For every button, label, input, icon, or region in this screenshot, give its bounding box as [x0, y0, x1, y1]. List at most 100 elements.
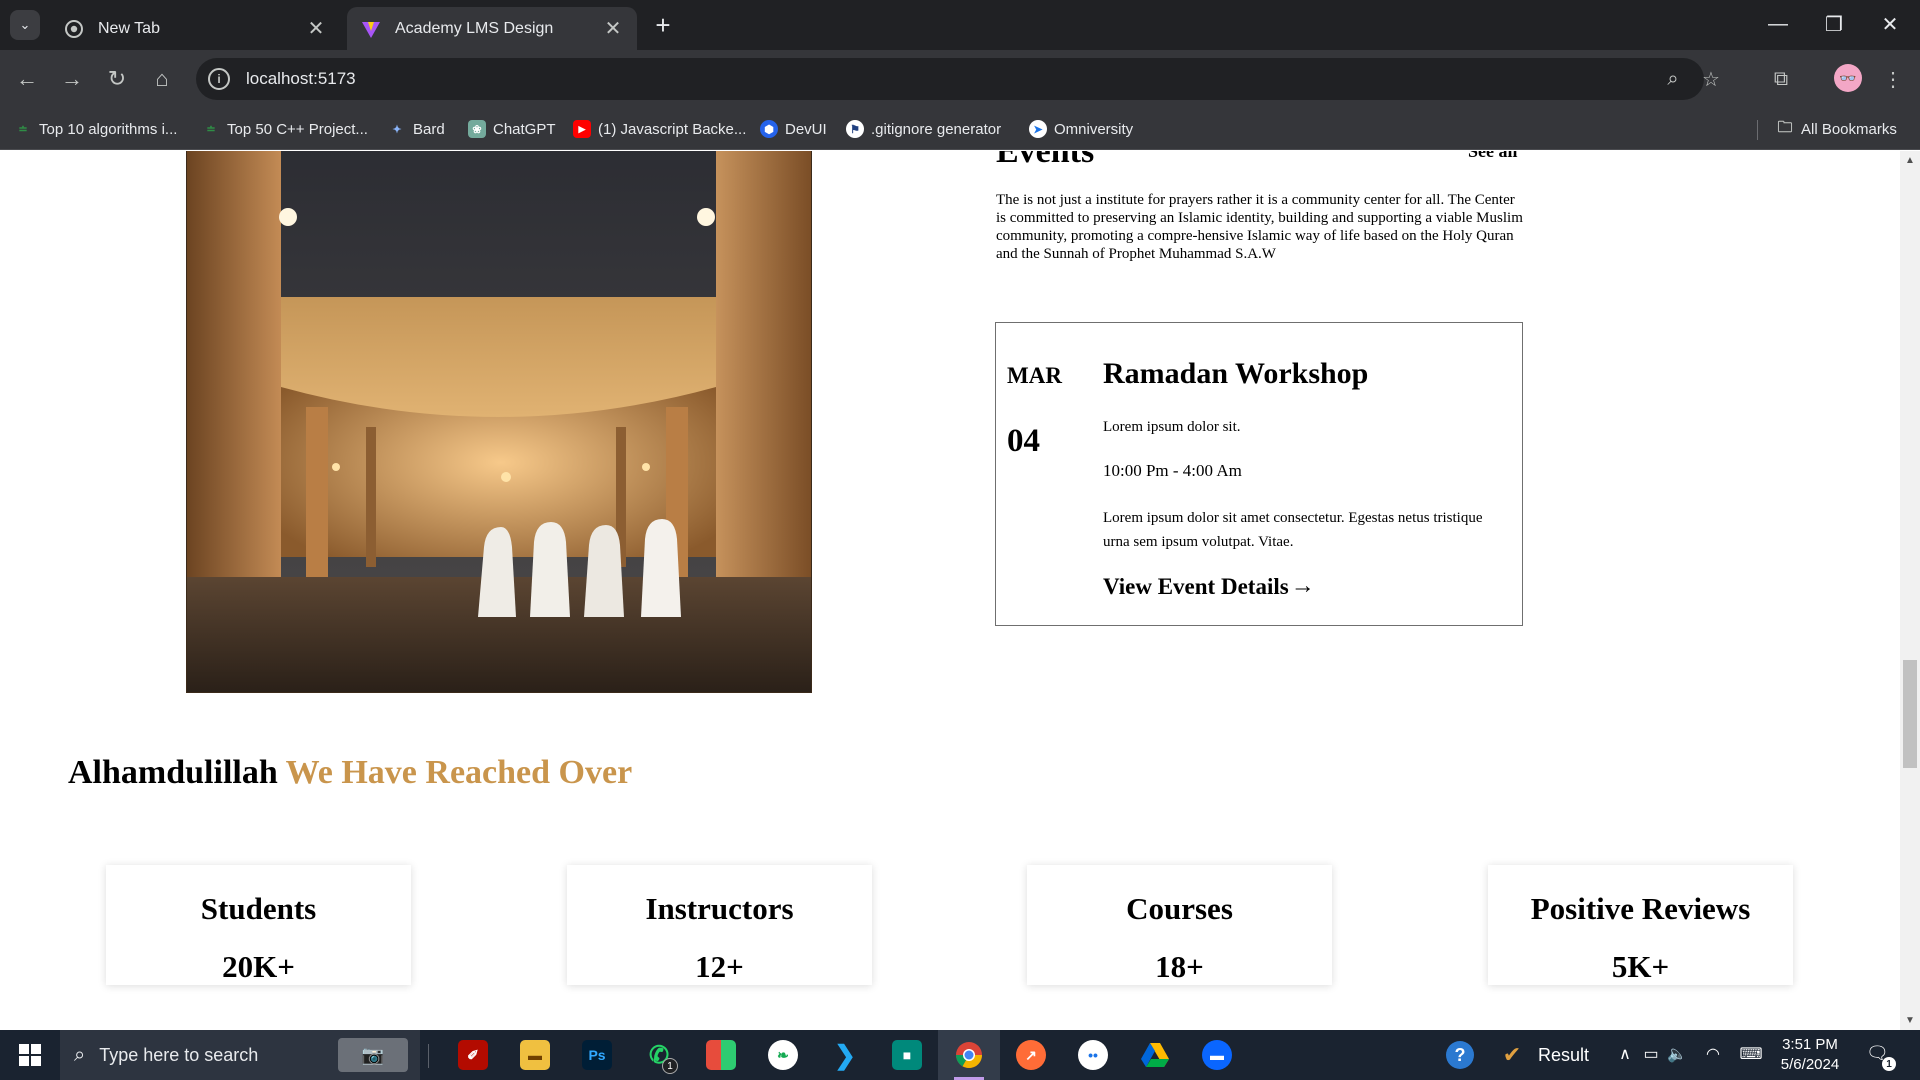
tab-academy-lms[interactable]: Academy LMS Design ✕ — [347, 7, 637, 50]
bookmark-label: Top 10 algorithms i... — [39, 120, 178, 138]
bookmark-label: Bard — [413, 120, 445, 138]
url-text: localhost:5173 — [246, 69, 356, 88]
app-dots-icon: •• — [1078, 1040, 1108, 1070]
scroll-down-arrow-icon[interactable]: ▼ — [1905, 1015, 1915, 1026]
taskbar-app-acrobat[interactable]: ✐ — [442, 1030, 504, 1080]
taskbar-divider — [428, 1044, 429, 1068]
new-tab-plus-icon[interactable]: + — [648, 10, 678, 40]
chrome-icon — [64, 19, 84, 39]
taskbar-app-chrome[interactable] — [938, 1030, 1000, 1080]
taskbar-app-mongodb[interactable]: ❧ — [752, 1030, 814, 1080]
acrobat-icon: ✐ — [458, 1040, 488, 1070]
right-arrow-icon: → — [1290, 573, 1315, 599]
restore-icon[interactable]: ❐ — [1812, 8, 1856, 40]
google-drive-icon — [1140, 1040, 1170, 1070]
view-event-details-label: View Event Details — [1103, 573, 1289, 599]
bookmark-item[interactable]: ≐ Top 10 algorithms i... — [14, 116, 177, 142]
gitignore-icon: ⚑ — [846, 120, 864, 138]
stat-value: 20K+ — [222, 949, 295, 984]
stat-value: 18+ — [1155, 949, 1204, 984]
site-info-icon[interactable]: i — [208, 68, 230, 90]
taskbar-app-messenger[interactable]: ▬ — [1186, 1030, 1248, 1080]
tab-title: Academy LMS Design — [395, 19, 554, 37]
devui-icon: ⬢ — [760, 120, 778, 138]
result-label: Result — [1538, 1044, 1590, 1065]
close-tab-icon[interactable]: ✕ — [306, 16, 326, 41]
zoom-icon[interactable]: ⌕ — [1660, 66, 1686, 92]
forward-arrow-icon[interactable]: → — [55, 62, 89, 96]
more-menu-icon[interactable]: ⋮ — [1876, 62, 1910, 96]
taskbar-app-meet[interactable]: ■ — [876, 1030, 938, 1080]
bookmark-label: Omniversity — [1054, 120, 1134, 138]
bookmark-item[interactable]: ⬢ DevUI — [760, 116, 827, 142]
home-icon[interactable]: ⌂ — [145, 62, 179, 96]
mongodb-icon: ❧ — [768, 1040, 798, 1070]
bookmark-label: DevUI — [785, 120, 827, 138]
stat-card-instructors: Instructors 12+ — [567, 865, 872, 985]
bookmark-item[interactable]: ⚑ .gitignore generator — [846, 116, 1001, 142]
notification-count: 1 — [1882, 1057, 1896, 1071]
event-month: MAR — [1007, 363, 1062, 388]
event-time: 10:00 Pm - 4:00 Am — [1103, 461, 1242, 480]
office-tiles-icon — [706, 1040, 736, 1070]
close-window-icon[interactable]: ✕ — [1868, 8, 1912, 40]
taskbar-app-vscode[interactable]: ❯ — [814, 1030, 876, 1080]
camera-icon: 📷 — [338, 1038, 408, 1072]
reload-icon[interactable]: ↻ — [100, 62, 134, 96]
result-app-icon: ✔ — [1502, 1042, 1522, 1067]
taskbar-app-file-explorer[interactable]: ▬ — [504, 1030, 566, 1080]
view-event-details-link[interactable]: View Event Details → — [1103, 573, 1315, 600]
wifi-icon[interactable]: ◠ — [1702, 1044, 1724, 1064]
page-viewport: Events See all The is not just a institu… — [0, 151, 1920, 1030]
stat-label: Courses — [1126, 891, 1233, 926]
bookmark-item[interactable]: ✦ Bard — [388, 116, 445, 142]
browser-tab-bar: ⌄ New Tab ✕ Academy LMS Design ✕ + — ❐ ✕ — [0, 0, 1920, 50]
bookmark-item[interactable]: ▶ (1) Javascript Backe... — [573, 116, 746, 142]
page-scrollbar[interactable]: ▲ ▼ — [1900, 151, 1920, 1030]
stat-value: 5K+ — [1611, 949, 1670, 984]
bookmark-label: ChatGPT — [493, 120, 556, 138]
photoshop-icon: Ps — [582, 1040, 612, 1070]
event-title: Ramadan Workshop — [1103, 357, 1369, 390]
scrollbar-thumb[interactable] — [1903, 660, 1917, 768]
tab-new-tab[interactable]: New Tab ✕ — [50, 7, 340, 50]
address-bar[interactable]: i localhost:5173 ⌕ ☆ — [196, 58, 1720, 100]
keyboard-icon[interactable]: ⌨ — [1736, 1044, 1766, 1064]
extensions-puzzle-icon[interactable]: ⧉ — [1764, 62, 1798, 96]
bookmark-item[interactable]: ≐ Top 50 C++ Project... — [202, 116, 368, 142]
profile-avatar[interactable]: 👓 — [1834, 64, 1862, 92]
scroll-up-arrow-icon[interactable]: ▲ — [1905, 155, 1915, 166]
battery-icon[interactable]: ▭ — [1640, 1044, 1662, 1064]
taskbar-app-extra[interactable]: •• — [1062, 1030, 1124, 1080]
search-icon: ⌕ — [74, 1043, 86, 1066]
chatgpt-icon: ❀ — [468, 120, 486, 138]
taskbar-search[interactable]: ⌕ Type here to search 📷 — [60, 1030, 420, 1080]
taskbar-app-whatsapp[interactable]: ✆ 1 — [628, 1030, 690, 1080]
all-bookmarks[interactable]: 🗀 All Bookmarks — [1776, 116, 1896, 142]
stat-value: 12+ — [695, 949, 744, 984]
bookmark-item[interactable]: ➤ Omniversity — [1029, 116, 1133, 142]
event-day: 04 — [1007, 423, 1040, 459]
taskbar-result-app[interactable]: ✔ Result — [1498, 1030, 1589, 1080]
start-button[interactable] — [0, 1030, 60, 1080]
event-card: MAR 04 Ramadan Workshop Lorem ipsum dolo… — [995, 322, 1523, 626]
see-all-link[interactable]: See all — [1468, 151, 1518, 162]
volume-icon[interactable]: 🔈 — [1666, 1044, 1688, 1064]
bookmark-item[interactable]: ❀ ChatGPT — [468, 116, 556, 142]
events-heading: Events — [996, 151, 1095, 170]
taskbar-app-postman[interactable]: ↗ — [1000, 1030, 1062, 1080]
notifications-icon[interactable]: 🗨 1 — [1866, 1043, 1896, 1071]
minimize-icon[interactable]: — — [1756, 8, 1800, 40]
tab-search-chevron-icon[interactable]: ⌄ — [10, 10, 40, 40]
browser-toolbar: ← → ↻ ⌂ i localhost:5173 ⌕ ☆ ⧉ 👓 ⋮ — [0, 50, 1920, 108]
taskbar-app-photoshop[interactable]: Ps — [566, 1030, 628, 1080]
help-icon[interactable]: ? — [1446, 1041, 1474, 1069]
taskbar-app-google-drive[interactable] — [1124, 1030, 1186, 1080]
chat-bubble-icon: ▬ — [1202, 1040, 1232, 1070]
system-clock[interactable]: 3:51 PM 5/6/2024 — [1770, 1035, 1850, 1075]
show-hidden-icons-chevron-icon[interactable]: ∧ — [1614, 1044, 1636, 1064]
bookmark-star-icon[interactable]: ☆ — [1698, 66, 1724, 92]
taskbar-app-office[interactable] — [690, 1030, 752, 1080]
close-tab-icon[interactable]: ✕ — [603, 16, 623, 41]
back-arrow-icon[interactable]: ← — [10, 62, 44, 96]
